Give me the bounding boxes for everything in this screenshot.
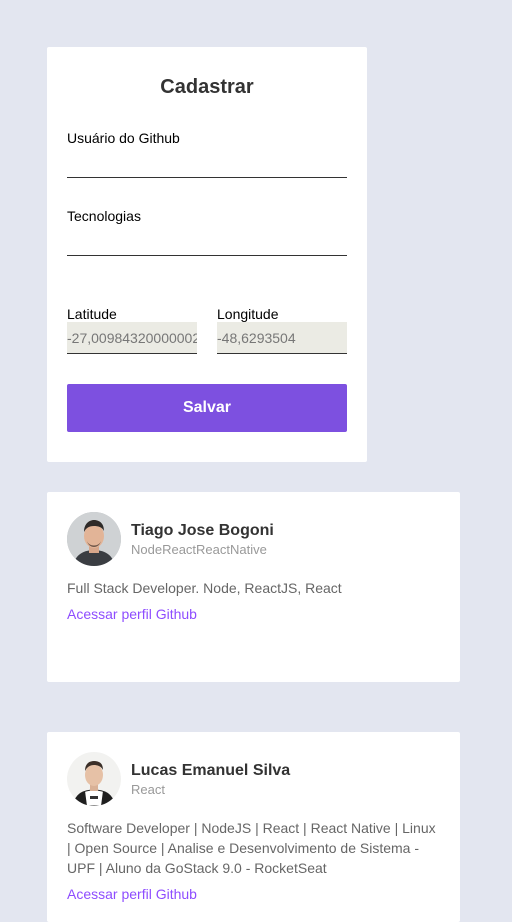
dev-name: Tiago Jose Bogoni [131,522,274,539]
avatar [67,512,121,566]
avatar-icon [67,512,121,566]
techs-label: Tecnologias [67,208,141,224]
dev-bio: Full Stack Developer. Node, ReactJS, Rea… [67,580,342,596]
register-form: Cadastrar Usuário do Github Tecnologias … [47,47,367,462]
longitude-label: Longitude [217,306,279,322]
avatar-icon [67,752,121,806]
github-user-input[interactable] [67,151,347,178]
dev-bio: Software Developer | NodeJS | React | Re… [67,820,436,876]
github-profile-link[interactable]: Acessar perfil Github [67,886,197,902]
dev-card: Lucas Emanuel Silva React Software Devel… [47,732,460,922]
dev-techs: NodeReactReactNative [131,542,267,557]
latitude-label: Latitude [67,306,117,322]
latitude-input[interactable] [67,322,197,354]
techs-input[interactable] [67,229,347,256]
github-user-label: Usuário do Github [67,130,180,146]
dev-name: Lucas Emanuel Silva [131,762,291,779]
form-title: Cadastrar [160,76,254,98]
avatar [67,752,121,806]
longitude-input[interactable] [217,322,347,354]
dev-techs: React [131,782,165,797]
dev-card: Tiago Jose Bogoni NodeReactReactNative F… [47,492,460,682]
save-button[interactable]: Salvar [67,384,347,432]
github-profile-link[interactable]: Acessar perfil Github [67,606,197,622]
